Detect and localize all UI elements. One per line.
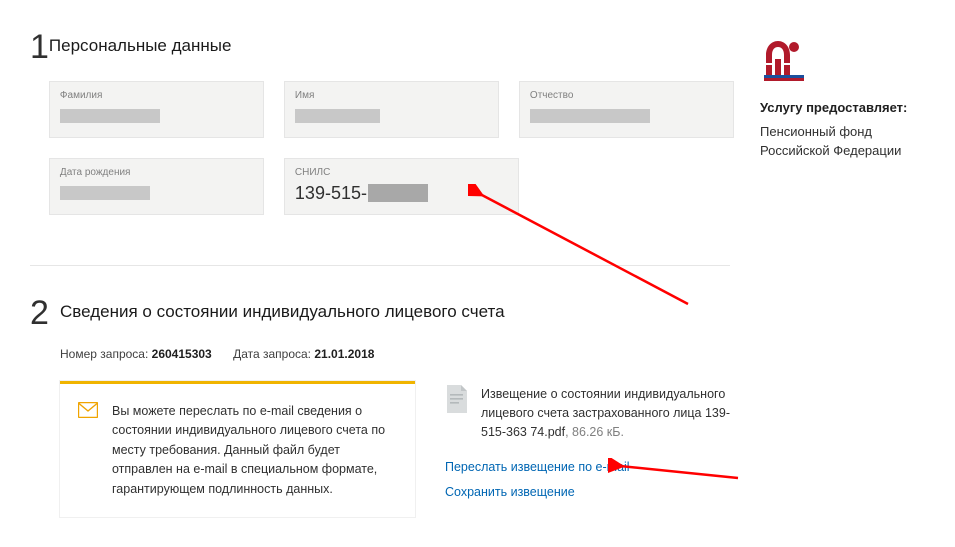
request-date-value: 21.01.2018 [314, 347, 374, 361]
field-name: Имя [284, 81, 499, 138]
value-snils: 139-515- [295, 182, 508, 204]
value-patronymic [530, 105, 723, 127]
provider-label: Услугу предоставляет: [760, 100, 925, 115]
label-patronymic: Отчество [530, 90, 723, 101]
section-title-account: Сведения о состоянии индивидуального лиц… [60, 296, 730, 322]
value-birth [60, 182, 253, 204]
section-personal-data: 1 Персональные данные Фамилия Имя Отчест… [30, 30, 730, 235]
provider-name: Пенсионный фонд Российской Федерации [760, 123, 925, 161]
section-number-1: 1 [30, 30, 49, 64]
value-surname [60, 105, 253, 127]
mail-icon [78, 402, 98, 499]
pfr-logo [760, 35, 925, 86]
label-name: Имя [295, 90, 488, 101]
value-name [295, 105, 488, 127]
field-patronymic: Отчество [519, 81, 734, 138]
field-surname: Фамилия [49, 81, 264, 138]
snils-visible-part: 139-515- [295, 182, 367, 204]
link-save-notice[interactable]: Сохранить извещение [445, 485, 575, 499]
file-row: Извещение о состоянии индивидуального ли… [445, 385, 730, 441]
request-meta: Номер запроса: 260415303 Дата запроса: 2… [60, 347, 730, 361]
label-birth: Дата рождения [60, 167, 253, 178]
file-size: , 86.26 кБ. [565, 425, 624, 439]
file-desc-prefix: Извещение о состоянии индивидуального ли… [481, 387, 725, 420]
section-account-info: 2 Сведения о состоянии индивидуального л… [30, 296, 730, 517]
email-notice-box: Вы можете переслать по e-mail сведения о… [60, 381, 415, 517]
file-description: Извещение о состоянии индивидуального ли… [481, 385, 730, 441]
request-num-value: 260415303 [152, 347, 212, 361]
label-surname: Фамилия [60, 90, 253, 101]
request-date-label: Дата запроса: [233, 347, 311, 361]
section-title-personal: Персональные данные [49, 30, 734, 56]
field-snils: СНИЛС 139-515- [284, 158, 519, 215]
sidebar: Услугу предоставляет: Пенсионный фонд Ро… [730, 30, 925, 527]
request-num-label: Номер запроса: [60, 347, 148, 361]
link-send-email[interactable]: Переслать извещение по e-mail [445, 460, 630, 474]
field-birth: Дата рождения [49, 158, 264, 215]
document-icon [445, 385, 469, 418]
label-snils: СНИЛС [295, 167, 508, 178]
section-number-2: 2 [30, 296, 60, 330]
notice-text: Вы можете переслать по e-mail сведения о… [112, 402, 397, 499]
section-divider [30, 265, 730, 266]
